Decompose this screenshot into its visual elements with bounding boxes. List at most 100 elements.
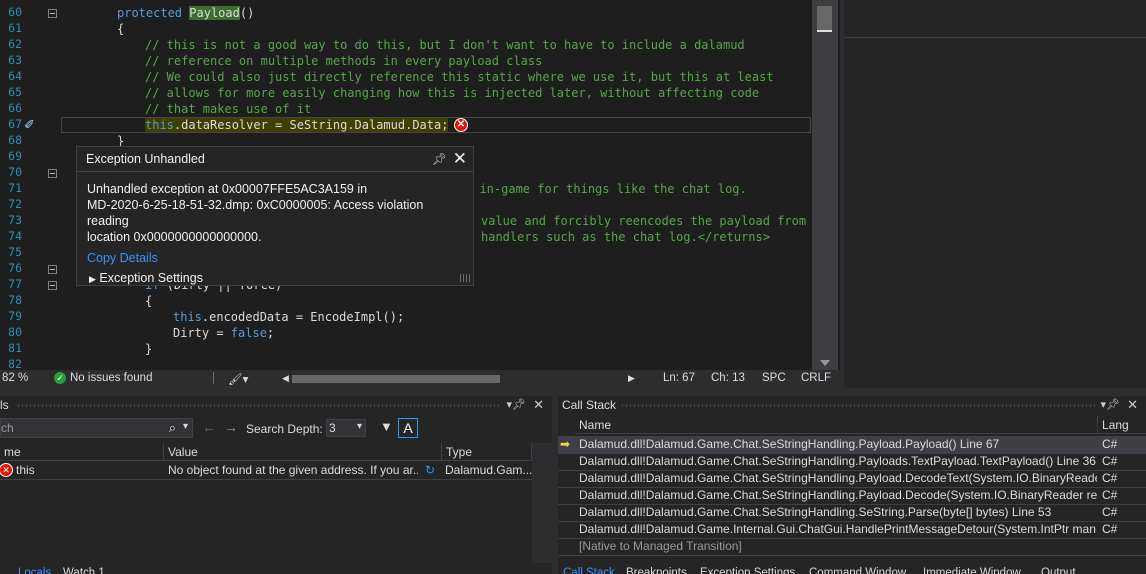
code-line[interactable]: handlers such as the chat log.</returns> bbox=[481, 229, 770, 245]
depth-dropdown-icon[interactable]: ▾ bbox=[357, 421, 362, 432]
no-issues-icon[interactable]: ✓ bbox=[54, 372, 66, 384]
frame-language: C# bbox=[1102, 522, 1118, 536]
code-line[interactable]: { bbox=[145, 293, 152, 309]
pane-close-icon[interactable]: ✕ bbox=[1127, 396, 1138, 414]
column-indicator[interactable]: Ch: 13 bbox=[711, 372, 745, 384]
filter-icon[interactable]: ▼ bbox=[380, 419, 393, 434]
code-line[interactable]: this.encodedData = EncodeImpl(); bbox=[173, 309, 404, 325]
line-number: 67 bbox=[8, 117, 22, 131]
editor-vertical-scrollbar[interactable] bbox=[812, 0, 838, 370]
code-line[interactable]: { bbox=[117, 21, 124, 37]
code-line[interactable]: protected Payload() bbox=[117, 5, 254, 21]
brush-icon[interactable]: 🖌︎▾ bbox=[228, 372, 248, 386]
line-number-gutter: 60 61 62 63 64 65 66 67 68 69 70 71 72 73 74 75 76 77 78 79… bbox=[0, 0, 60, 370]
search-dropdown-icon[interactable]: ▾ bbox=[183, 421, 188, 432]
edit-and-continue-icon[interactable]: ✐ bbox=[24, 118, 38, 132]
top-splitter[interactable] bbox=[0, 388, 1146, 396]
pin-icon[interactable]: 📌︎ bbox=[432, 147, 447, 171]
table-row[interactable]: ➡ Dalamud.dll!Dalamud.Game.Chat.SeStringH… bbox=[558, 436, 1146, 454]
frame-name: Dalamud.dll!Dalamud.Game.Chat.SeStringHa… bbox=[579, 454, 1096, 468]
exception-settings-expander[interactable]: ▶ Exception Settings bbox=[77, 265, 473, 285]
tab-call-stack[interactable]: Call Stack bbox=[563, 564, 615, 574]
tab-breakpoints[interactable]: Breakpoints bbox=[626, 564, 687, 574]
exception-settings-label[interactable]: Exception Settings bbox=[99, 271, 203, 285]
pane-pin-icon[interactable]: 📌︎ bbox=[1106, 396, 1120, 414]
table-row[interactable]: Dalamud.dll!Dalamud.Game.Chat.SeStringHa… bbox=[558, 504, 1146, 522]
tab-immediate-window[interactable]: Immediate Window bbox=[923, 564, 1021, 574]
back-arrow-icon[interactable]: ← bbox=[202, 419, 216, 435]
table-row[interactable]: Dalamud.dll!Dalamud.Game.Chat.SeStringHa… bbox=[558, 487, 1146, 505]
locals-tab-strip: Locals Watch 1 bbox=[0, 564, 552, 574]
code-line[interactable]: value and forcibly reencodes the payload… bbox=[481, 213, 828, 229]
copy-details-link[interactable]: Copy Details bbox=[87, 251, 158, 265]
tab-command-window[interactable]: Command Window bbox=[809, 564, 906, 574]
tab-output[interactable]: Output bbox=[1041, 564, 1076, 574]
code-line[interactable]: // We could also just directly reference… bbox=[145, 69, 774, 85]
code-line[interactable]: } bbox=[145, 341, 152, 357]
code-line[interactable]: // reference on multiple methods in ever… bbox=[145, 53, 542, 69]
frame-name: Dalamud.dll!Dalamud.Game.Chat.SeStringHa… bbox=[579, 488, 1097, 502]
refresh-icon[interactable]: ↻ bbox=[425, 462, 435, 479]
locals-vertical-separator bbox=[532, 443, 552, 563]
fold-toggle-icon[interactable] bbox=[48, 169, 57, 178]
expand-triangle-icon[interactable]: ▶ bbox=[89, 274, 96, 284]
code-line[interactable]: Dirty = false; bbox=[173, 325, 274, 341]
tab-watch-1[interactable]: Watch 1 bbox=[63, 564, 105, 574]
line-number: 77 bbox=[8, 277, 22, 291]
spacing-indicator[interactable]: SPC bbox=[762, 372, 786, 384]
code-line[interactable]: // this is not a good way to do this, bu… bbox=[145, 37, 745, 53]
fold-toggle-icon[interactable] bbox=[48, 281, 57, 290]
right-tool-pane bbox=[840, 0, 1146, 388]
callstack-col-name[interactable]: Name bbox=[575, 416, 1098, 434]
horizontal-scrollbar-thumb[interactable] bbox=[292, 375, 500, 383]
search-icon[interactable]: ⌕ bbox=[169, 420, 176, 436]
table-row[interactable]: [Native to Managed Transition] bbox=[558, 538, 1146, 556]
fold-toggle-icon[interactable] bbox=[48, 265, 57, 274]
scroll-left-icon[interactable]: ◀ bbox=[282, 373, 289, 384]
table-row[interactable]: Dalamud.dll!Dalamud.Game.Chat.SeStringHa… bbox=[558, 453, 1146, 471]
exception-error-icon[interactable]: ✕ bbox=[454, 118, 468, 132]
frame-name: [Native to Managed Transition] bbox=[579, 539, 742, 553]
callstack-col-lang[interactable]: Lang bbox=[1098, 416, 1146, 434]
code-line[interactable]: // allows for more easily changing how t… bbox=[145, 85, 759, 101]
line-indicator[interactable]: Ln: 67 bbox=[663, 372, 695, 384]
fold-toggle-icon[interactable] bbox=[48, 9, 57, 18]
table-row[interactable]: Dalamud.dll!Dalamud.Game.Chat.SeStringHa… bbox=[558, 470, 1146, 488]
locals-col-name[interactable]: me bbox=[0, 443, 164, 461]
format-text-icon[interactable]: A bbox=[398, 418, 418, 438]
scrollbar-thumb[interactable] bbox=[817, 6, 832, 32]
line-number: 60 bbox=[8, 5, 22, 19]
pane-pin-icon[interactable]: 📌︎ bbox=[512, 396, 526, 414]
line-ending-indicator[interactable]: CRLF bbox=[801, 372, 831, 384]
line-number: 79 bbox=[8, 309, 22, 323]
exception-unhandled-popup: Exception Unhandled 📌︎ ✕ Unhandled excep… bbox=[76, 146, 474, 286]
callstack-tab-strip: Call Stack Breakpoints Exception Setting… bbox=[558, 564, 1146, 574]
line-number: 72 bbox=[8, 197, 22, 211]
locals-search-input[interactable]: ch ⌕ ▾ bbox=[0, 418, 193, 438]
tab-locals[interactable]: Locals bbox=[18, 564, 51, 574]
tab-exception-settings[interactable]: Exception Settings bbox=[700, 564, 795, 574]
table-row[interactable]: Dalamud.dll!Dalamud.Game.Internal.Gui.Ch… bbox=[558, 521, 1146, 539]
code-line[interactable]: e in-game for things like the chat log. bbox=[465, 181, 747, 197]
close-icon[interactable]: ✕ bbox=[453, 147, 467, 171]
table-row[interactable]: ✕ this No object found at the given addr… bbox=[0, 462, 532, 480]
line-number: 66 bbox=[8, 101, 22, 115]
line-number: 62 bbox=[8, 37, 22, 51]
scroll-right-icon[interactable]: ▶ bbox=[628, 373, 635, 384]
code-line[interactable]: // that makes use of it bbox=[145, 101, 311, 117]
locals-col-type[interactable]: Type bbox=[442, 443, 532, 461]
code-line[interactable]: this.dataResolver = SeString.Dalamud.Dat… bbox=[145, 117, 449, 133]
exception-message-line-3: location 0x0000000000000000. bbox=[87, 230, 262, 244]
exception-message-line-1: Unhandled exception at 0x00007FFE5AC3A15… bbox=[87, 182, 368, 196]
locals-col-value[interactable]: Value bbox=[164, 443, 442, 461]
issues-status[interactable]: No issues found bbox=[70, 372, 152, 384]
call-stack-pane: Call Stack ▾ 📌︎ ✕ Name Lang ➡ Dalamud.dll… bbox=[558, 396, 1146, 574]
zoom-level[interactable]: 82 % bbox=[2, 372, 28, 384]
pane-close-icon[interactable]: ✕ bbox=[533, 396, 544, 414]
scroll-down-arrow-icon[interactable] bbox=[820, 360, 830, 366]
search-depth-select[interactable]: 3 ▾ bbox=[326, 419, 366, 437]
line-number: 69 bbox=[8, 149, 22, 163]
line-number: 63 bbox=[8, 53, 22, 67]
resize-grip-icon[interactable] bbox=[460, 274, 470, 282]
forward-arrow-icon[interactable]: → bbox=[224, 419, 238, 435]
